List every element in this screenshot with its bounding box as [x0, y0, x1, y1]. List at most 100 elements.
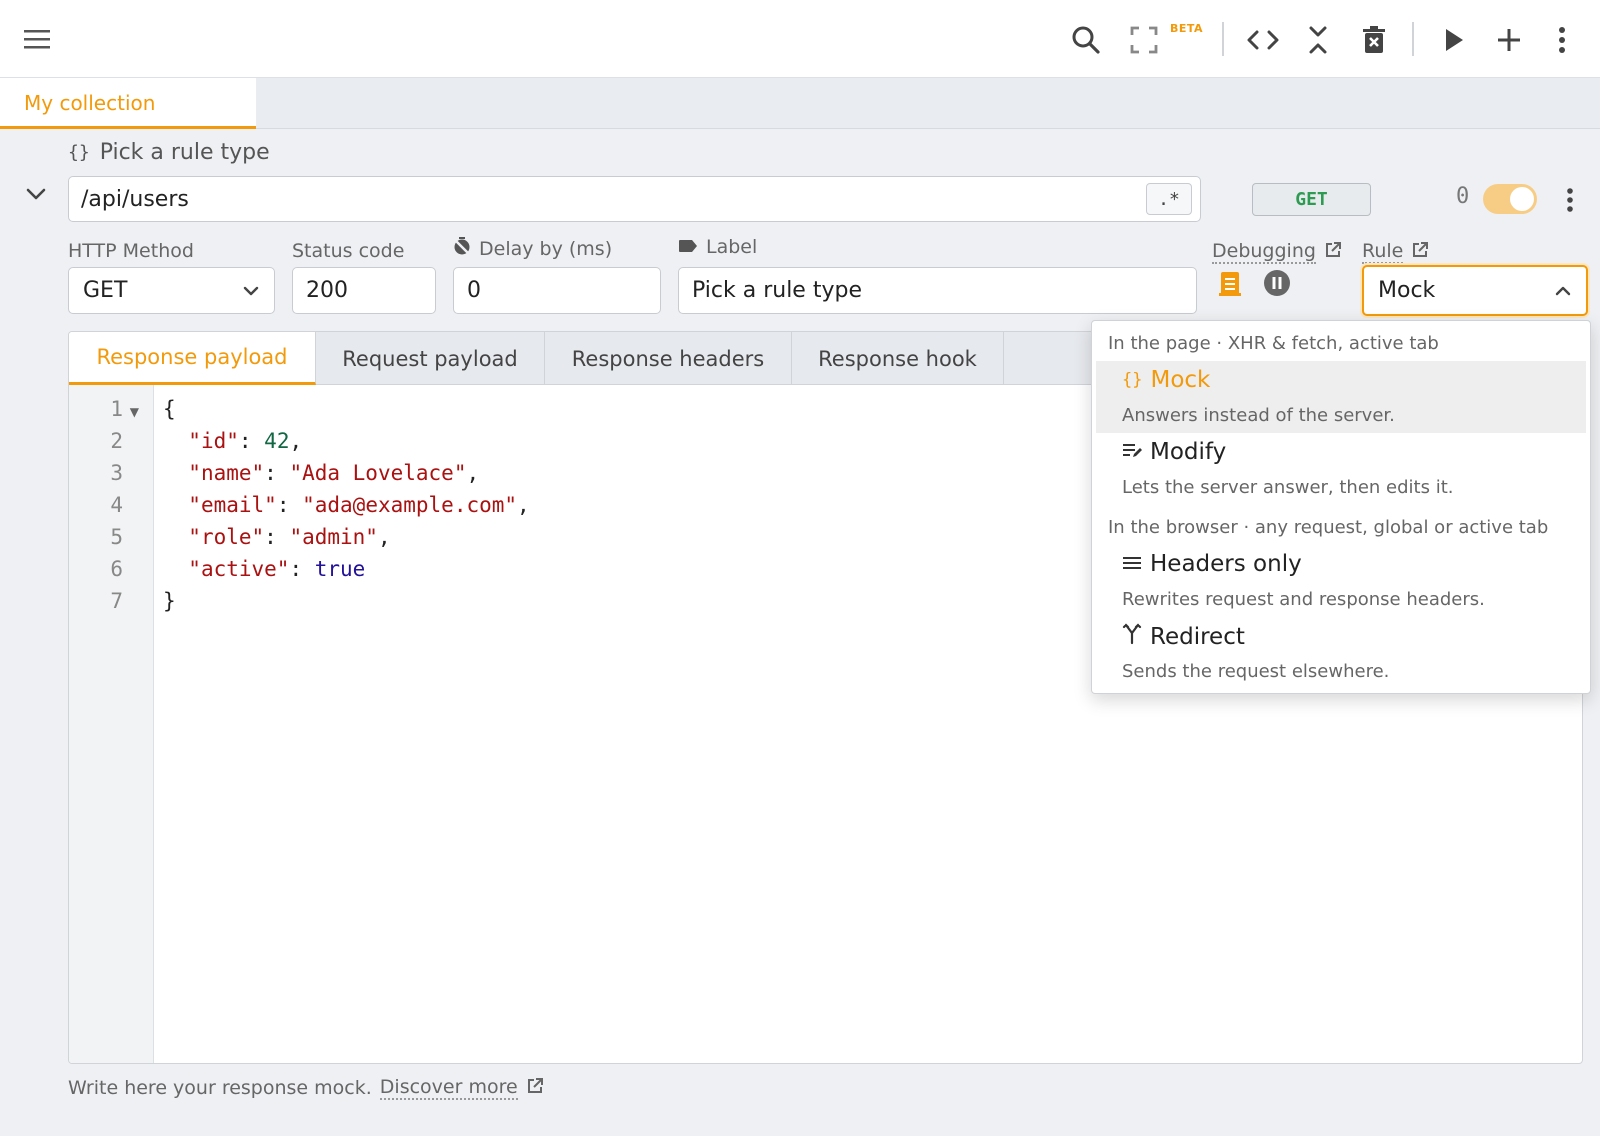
tab-response-headers[interactable]: Response headers — [545, 332, 792, 385]
menu-icon[interactable] — [20, 24, 54, 54]
delete-all-icon[interactable] — [1356, 22, 1392, 58]
collapse-all-icon[interactable] — [1300, 22, 1336, 58]
rule-type-select[interactable]: Mock — [1362, 265, 1588, 316]
label-field-label: Label — [678, 236, 757, 258]
code-line: "role": "admin", — [188, 525, 391, 549]
http-method-label: HTTP Method — [68, 240, 194, 262]
external-link-icon[interactable] — [1411, 241, 1429, 264]
external-link-icon[interactable] — [526, 1077, 544, 1100]
fold-arrow-icon[interactable]: ▼ — [130, 405, 139, 419]
line-number: 3 — [110, 461, 123, 485]
discover-more-link[interactable]: Discover more — [379, 1076, 518, 1100]
rule-option-desc: Sends the request elsewhere. — [1122, 661, 1390, 682]
rule-option-title-text: Headers only — [1150, 551, 1302, 577]
debugging-label[interactable]: Debugging — [1212, 240, 1342, 264]
toggle-knob — [1510, 187, 1534, 211]
add-icon[interactable] — [1491, 22, 1527, 58]
rule-type-caption: {} Pick a rule type — [68, 140, 270, 165]
play-icon[interactable] — [1436, 22, 1472, 58]
code-line: { — [163, 397, 176, 421]
line-number: 1 — [110, 397, 123, 421]
rule-enabled-toggle[interactable] — [1483, 184, 1537, 214]
rule-option-title: Modify — [1122, 439, 1226, 465]
line-number: 6 — [110, 557, 123, 581]
json-key: "role" — [188, 525, 265, 549]
tab-request-payload[interactable]: Request payload — [316, 332, 545, 385]
code-icon[interactable] — [1244, 22, 1282, 58]
regex-toggle-button[interactable]: .* — [1146, 183, 1192, 215]
line-number: 5 — [110, 525, 123, 549]
code-token: } — [163, 589, 176, 613]
url-pattern-input[interactable]: /api/users .* — [68, 176, 1201, 222]
pause-icon[interactable] — [1262, 268, 1292, 298]
more-vertical-icon[interactable] — [1548, 22, 1576, 58]
rule-option-desc: Answers instead of the server. — [1122, 405, 1395, 426]
collection-tabstrip: My collection — [0, 78, 1600, 129]
http-method-label-text: HTTP Method — [68, 240, 194, 262]
rule-label[interactable]: Rule — [1362, 240, 1429, 264]
tab-response-hook[interactable]: Response hook — [792, 332, 1004, 385]
tag-icon — [678, 236, 698, 258]
method-badge: GET — [1252, 183, 1371, 216]
braces-icon: {} — [1122, 370, 1143, 390]
debugging-label-text[interactable]: Debugging — [1212, 240, 1316, 264]
lines-icon — [1122, 551, 1142, 577]
top-toolbar: BETA — [0, 0, 1600, 78]
dropdown-group-label: In the browser · any request, global or … — [1108, 517, 1549, 538]
rule-option-title: Headers only — [1122, 551, 1302, 577]
braces-icon: {} — [68, 142, 90, 163]
rule-option-modify[interactable]: Modify Lets the server answer, then edit… — [1096, 433, 1586, 505]
delay-input[interactable]: 0 — [453, 267, 661, 314]
code-line: } — [163, 589, 176, 613]
rule-option-title-text: Modify — [1150, 439, 1227, 465]
http-method-select[interactable]: GET — [68, 267, 275, 314]
fullscreen-icon[interactable] — [1126, 22, 1162, 58]
code-line: "id": 42, — [188, 429, 303, 453]
timer-off-icon — [453, 236, 471, 261]
rule-option-desc: Lets the server answer, then edits it. — [1122, 477, 1454, 498]
delay-label: Delay by (ms) — [453, 236, 612, 261]
json-string: "admin" — [289, 525, 378, 549]
rule-option-redirect[interactable]: Redirect Sends the request elsewhere. — [1096, 617, 1586, 689]
log-icon[interactable] — [1216, 268, 1244, 300]
status-code-label-text: Status code — [292, 240, 405, 262]
rule-type-value: Mock — [1378, 278, 1436, 303]
tab-response-payload[interactable]: Response payload — [69, 332, 316, 385]
delay-label-text: Delay by (ms) — [479, 237, 613, 260]
fork-icon — [1122, 623, 1142, 651]
rule-more-icon[interactable] — [1560, 186, 1580, 214]
http-method-value: GET — [83, 278, 128, 303]
hint-text: Write here your response mock. — [68, 1077, 372, 1099]
toolbar-divider — [1222, 22, 1224, 56]
rule-option-title-text: Mock — [1150, 367, 1211, 393]
json-string: "ada@example.com" — [302, 493, 518, 517]
code-line: "active": true — [188, 557, 366, 581]
chevron-down-icon[interactable] — [24, 186, 48, 206]
chevron-up-icon — [1554, 278, 1572, 303]
rule-label-text[interactable]: Rule — [1362, 240, 1404, 264]
code-line: "name": "Ada Lovelace", — [188, 461, 480, 485]
rule-type-dropdown: In the page · XHR & fetch, active tab {}… — [1091, 320, 1591, 694]
json-number: 42 — [264, 429, 290, 453]
rule-option-title: {} Mock — [1122, 367, 1210, 393]
status-code-input[interactable]: 200 — [292, 267, 436, 314]
hit-count: 0 — [1456, 184, 1470, 209]
json-key: "email" — [188, 493, 277, 517]
chevron-down-icon — [242, 278, 260, 303]
json-key: "active" — [188, 557, 290, 581]
rule-option-desc: Rewrites request and response headers. — [1122, 589, 1485, 610]
search-icon[interactable] — [1068, 22, 1104, 58]
rule-option-title-text: Redirect — [1150, 624, 1245, 650]
rule-option-mock[interactable]: {} Mock Answers instead of the server. — [1096, 361, 1586, 433]
json-key: "name" — [188, 461, 265, 485]
code-line: "email": "ada@example.com", — [188, 493, 530, 517]
code-token: { — [163, 397, 176, 421]
tab-my-collection[interactable]: My collection — [0, 78, 256, 129]
rule-option-headers-only[interactable]: Headers only Rewrites request and respon… — [1096, 545, 1586, 617]
url-pattern-value: /api/users — [81, 187, 189, 212]
label-input[interactable]: Pick a rule type — [678, 267, 1197, 314]
rule-option-title: Redirect — [1122, 623, 1245, 651]
json-string: "Ada Lovelace" — [289, 461, 467, 485]
line-gutter: 1 ▼ 2 3 4 5 6 7 — [69, 385, 154, 1063]
external-link-icon[interactable] — [1324, 241, 1342, 264]
